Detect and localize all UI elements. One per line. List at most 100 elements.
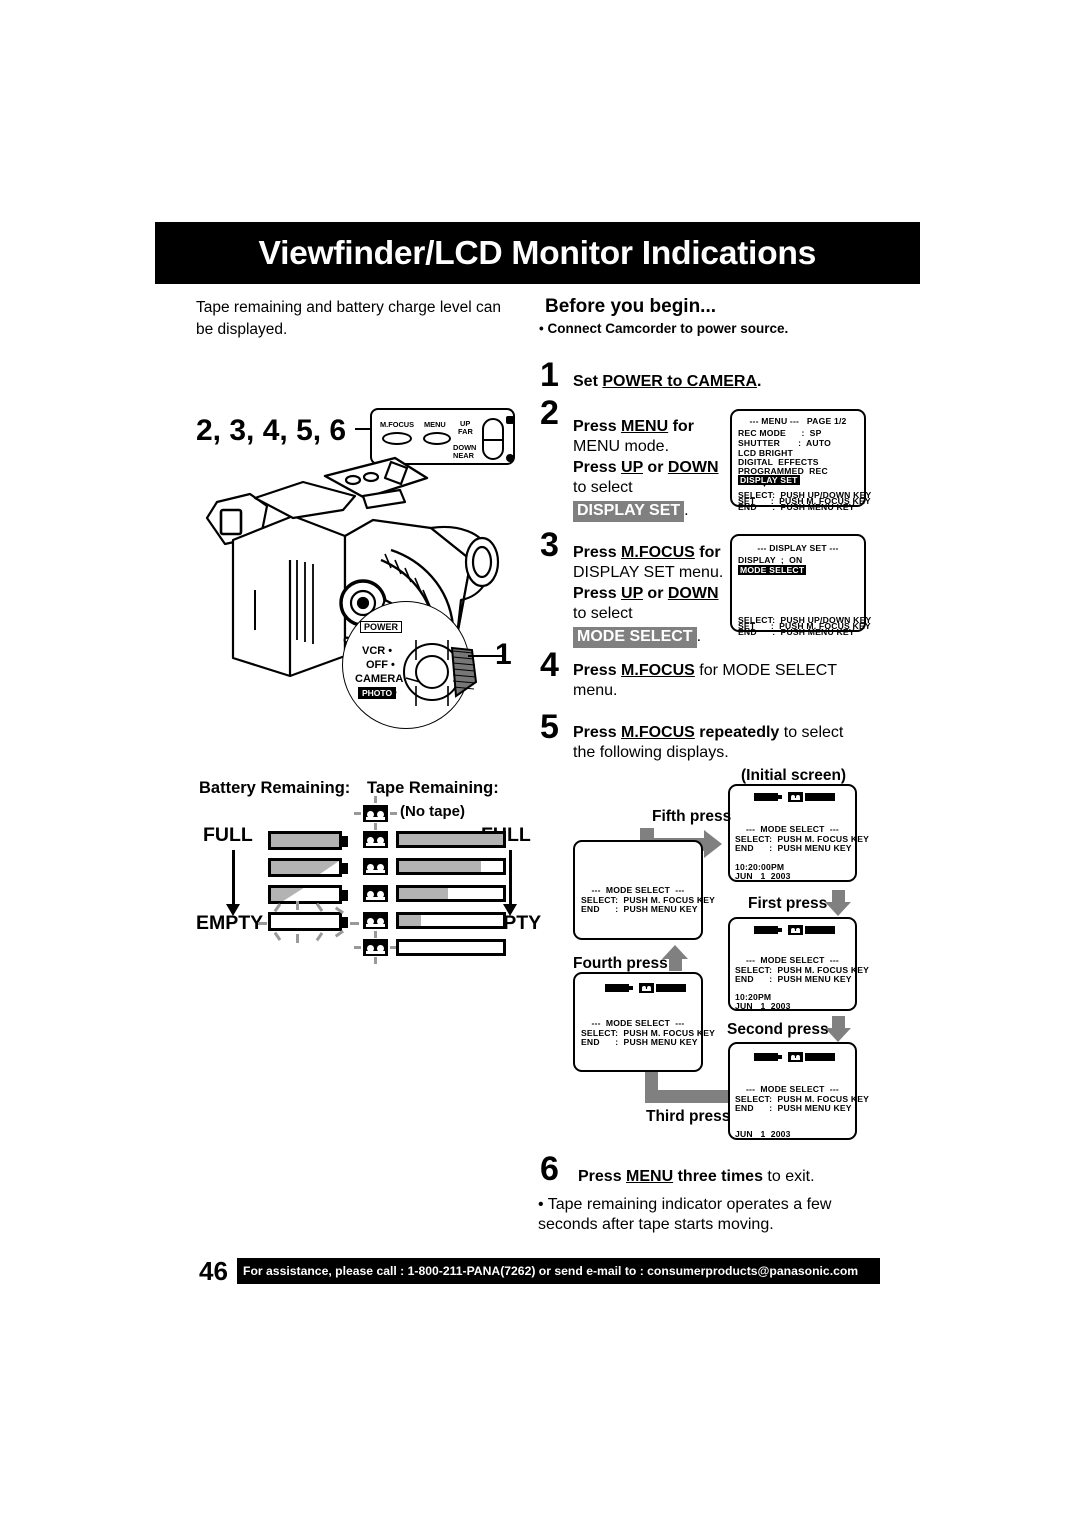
battery-level-arrow (226, 850, 240, 916)
menu1-row-0: REC MODE : SP (738, 428, 822, 438)
tape-level-arrow (503, 850, 517, 916)
before-you-begin-bullet: • Connect Camcorder to power source. (539, 321, 789, 336)
s2-l3u2: DOWN (667, 458, 719, 476)
first-press-arrow-head (825, 902, 851, 916)
s2-l1u: MENU (621, 418, 669, 435)
menu-button-label: MENU (424, 420, 446, 429)
s3-chip-mode-select: MODE SELECT (573, 626, 697, 649)
page-title-bar: Viewfinder/LCD Monitor Indications (155, 222, 920, 284)
page-number: 46 (199, 1256, 228, 1286)
step-5-number: 5 (540, 708, 559, 746)
s5-l1c: to select (779, 724, 844, 741)
s5-l1b: repeatedly (694, 724, 780, 741)
callout-number-1: 1 (495, 638, 512, 671)
lcd-mode-select-first: --- MODE SELECT --- SELECT: PUSH M. FOCU… (728, 917, 869, 1011)
s6-l1b: three times (673, 1168, 763, 1185)
third-press-arrow-stem (645, 1072, 658, 1096)
before-you-begin-heading: Before you begin... (545, 296, 717, 317)
s2-l1b: for (668, 418, 694, 435)
ms-initial-title: --- MODE SELECT --- (746, 824, 839, 834)
menu1-down-marker: ▼ (761, 482, 769, 489)
tape-icon-no-tape (363, 805, 388, 822)
s3-l4: to select (573, 605, 633, 623)
tape-icon-three-quarter (363, 858, 388, 875)
s3-l3b: or (642, 584, 668, 602)
lcd-mode-select-fourth: --- MODE SELECT --- SELECT: PUSH M. FOCU… (573, 840, 715, 940)
no-tape-blink-bottom (374, 823, 377, 830)
tape-icon-half (363, 885, 388, 902)
tape-empty-blink-top (374, 931, 377, 938)
s2-l4: to select (573, 479, 633, 497)
s2-l3u1: UP (621, 458, 643, 476)
s5-l1a: Press (573, 724, 622, 741)
menu2-foot-2: END : PUSH MENU KEY (738, 627, 855, 637)
third-press-label: Third press (646, 1108, 731, 1125)
ms-first-title: --- MODE SELECT --- (746, 955, 839, 965)
tape-bar-first (805, 926, 835, 934)
s5-l1u: M.FOCUS (621, 724, 695, 741)
ms-third-end: END : PUSH MENU KEY (581, 1037, 698, 1047)
s4-l1a: Press (573, 662, 622, 679)
far-label: FAR (458, 427, 473, 436)
first-press-label: First press (748, 895, 828, 912)
tape-bar-empty (396, 939, 506, 956)
fourth-press-label: Fourth press (573, 955, 668, 972)
power-dial-knob[interactable] (390, 620, 500, 730)
tape-icon-first (788, 925, 803, 935)
no-tape-blink-left (354, 812, 361, 815)
tape-icon-second (788, 1052, 803, 1062)
s2-l2: MENU mode. (573, 438, 670, 456)
tape-empty-blink-left (354, 946, 361, 949)
minus-icon (506, 416, 514, 424)
battery-full-label: FULL (203, 824, 253, 846)
s6-l1c: to exit. (762, 1168, 815, 1185)
s4-l1b: for MODE SELECT (694, 662, 838, 679)
lcd-mode-select-initial: --- MODE SELECT --- SELECT: PUSH M. FOCU… (728, 784, 869, 882)
step-5-text: Press M.FOCUS repeatedly to select the f… (573, 723, 903, 764)
fourth-press-arrow-stem (669, 957, 682, 971)
mfocus-button-label: M.FOCUS (380, 420, 415, 429)
tape-icon-quarter (363, 912, 388, 929)
step-2-number: 2 (540, 394, 559, 432)
intro-text: Tape remaining and battery charge level … (196, 299, 502, 338)
tape-icon-initial (788, 792, 803, 802)
s3-l1a: Press (573, 544, 622, 561)
tape-bar-half (396, 885, 506, 902)
footer-text: For assistance, please call : 1-800-211-… (243, 1264, 859, 1278)
s2-l1a: Press (573, 418, 622, 435)
step-1-underlined: POWER to CAMERA (602, 373, 757, 390)
step-6-text: Press MENU three times to exit. (578, 1167, 908, 1187)
s6-l1a: Press (578, 1168, 627, 1185)
s2-l5post: . (684, 501, 689, 519)
s6-l1u: MENU (626, 1168, 674, 1185)
step-1-number: 1 (540, 356, 559, 394)
footer-bar: For assistance, please call : 1-800-211-… (237, 1258, 880, 1284)
note-bullet: • Tape remaining indicator operates a fe… (538, 1196, 832, 1234)
ms-fourth-end: END : PUSH MENU KEY (581, 904, 698, 914)
s3-l3u1: UP (621, 584, 643, 602)
tape-empty-blink-bottom (374, 957, 377, 964)
ms-second-title: --- MODE SELECT --- (746, 1084, 839, 1094)
lcd-menu-screen-1: --- MENU --- PAGE 1/2 REC MODE : SP SHUT… (730, 409, 871, 512)
tape-icon-full (363, 831, 388, 848)
no-tape-blink-top (374, 796, 377, 803)
second-press-label: Second press (727, 1021, 829, 1038)
tape-icon-empty-blinking (363, 939, 388, 956)
s4-l2: menu. (573, 682, 618, 700)
ms-initial-date: JUN 1 2003 (735, 871, 791, 881)
step-1-post: . (757, 373, 762, 390)
menu1-foot-2: END : PUSH MENU KEY (738, 502, 855, 512)
step-1-pre: Set (573, 373, 603, 390)
ms-fourth-title: --- MODE SELECT --- (591, 885, 685, 895)
ms-first-end: END : PUSH MENU KEY (735, 974, 852, 984)
battery-empty-label: EMPTY (196, 912, 264, 934)
lcd-mode-select-second: --- MODE SELECT --- SELECT: PUSH M. FOCU… (728, 1042, 869, 1140)
tape-icon-third (639, 983, 654, 993)
tape-bar-third (656, 984, 686, 992)
step-3-text: Press M.FOCUS for DISPLAY SET menu. Pres… (573, 543, 738, 649)
step-1-text: Set POWER to CAMERA. (573, 372, 903, 392)
menu2-row-0: DISPLAY ; ON (738, 555, 803, 565)
no-tape-label: (No tape) (400, 803, 465, 820)
ms-second-end: END : PUSH MENU KEY (735, 1103, 852, 1113)
fourth-press-arrow-head (662, 945, 688, 959)
